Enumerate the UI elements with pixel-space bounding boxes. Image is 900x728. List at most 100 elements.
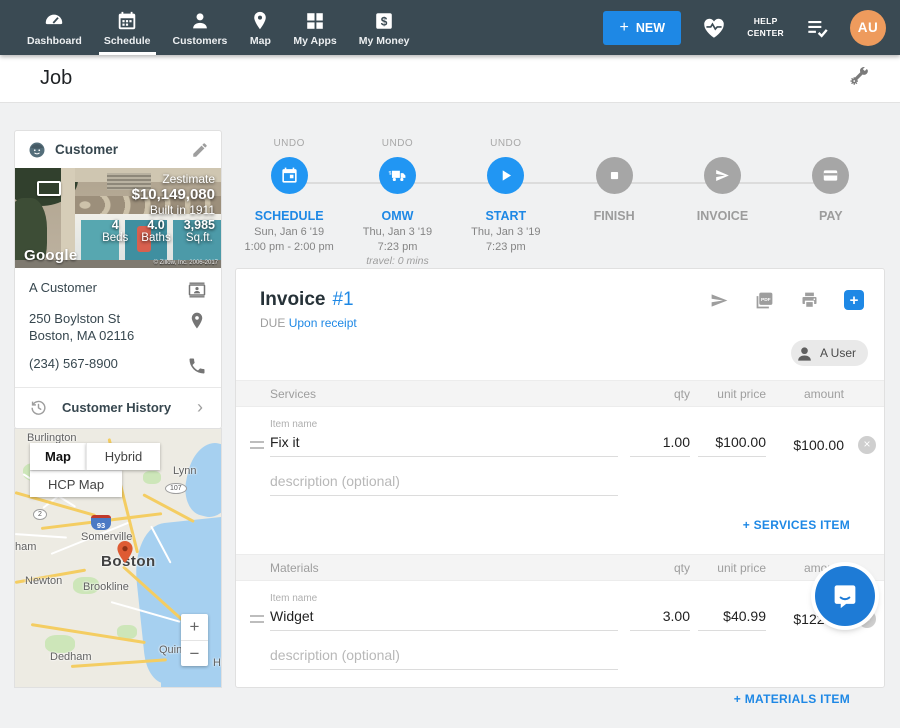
print-icon[interactable] (799, 290, 820, 311)
map-label-newton: Newton (25, 575, 62, 587)
send-icon (713, 166, 732, 185)
send-invoice-icon[interactable] (709, 290, 730, 311)
map-pin-icon (249, 10, 271, 32)
zoom-in-button[interactable]: + (181, 614, 208, 640)
plus-icon: + (619, 19, 628, 37)
address-line1: 250 Boylston St (29, 311, 187, 328)
step-label: FINISH (594, 209, 635, 223)
item-name-label: Item name (270, 419, 884, 430)
map-zoom-control: + − (181, 614, 208, 666)
service-unit-price-input[interactable] (698, 432, 766, 457)
material-unit-price-input[interactable] (698, 606, 766, 631)
zoom-out-button[interactable]: − (181, 640, 208, 666)
property-photo[interactable]: Zestimate $10,149,080 Built in 1911 4Bed… (15, 168, 221, 268)
invoice-card: Invoice #1 PDF + DUE Upon receipt A User… (235, 268, 885, 688)
nav-item-my-money[interactable]: $ My Money (348, 0, 421, 55)
undo-link[interactable]: UNDO (382, 138, 413, 150)
undo-link[interactable]: UNDO (490, 138, 521, 150)
add-invoice-icon[interactable]: + (844, 290, 864, 310)
nav-item-customers[interactable]: Customers (162, 0, 239, 55)
help-center-button[interactable]: HELP CENTER (747, 16, 784, 38)
chat-icon (830, 581, 860, 611)
customer-card-header: Customer (15, 131, 221, 168)
map-type-hybrid-button[interactable]: Hybrid (86, 443, 160, 470)
remove-item-button[interactable]: × (858, 436, 876, 454)
service-description-input[interactable] (270, 471, 618, 496)
map-type-map-button[interactable]: Map (30, 443, 86, 470)
money-icon: $ (373, 10, 395, 32)
person-icon (795, 344, 814, 363)
customer-card: Customer Zestimate $10,149,080 Built in … (14, 130, 222, 429)
nav-item-my-apps[interactable]: My Apps (282, 0, 347, 55)
job-tools-button[interactable] (848, 65, 870, 92)
schedule-step-button[interactable] (271, 157, 308, 194)
help-line1: HELP (747, 16, 784, 27)
baths-value: 4.0 (141, 218, 170, 232)
svg-text:$: $ (381, 14, 388, 28)
map-label-brookline: Brookline (83, 581, 129, 593)
heart-pulse-icon[interactable] (701, 15, 727, 41)
service-qty-input[interactable] (630, 432, 690, 457)
zestimate-label: Zestimate (102, 172, 215, 186)
apps-grid-icon (304, 10, 326, 32)
customer-phone: (234) 567-8900 (29, 356, 187, 373)
customer-address-row: 250 Boylston StBoston, MA 02116 (29, 311, 207, 345)
omw-step-button[interactable] (379, 157, 416, 194)
customer-details: A Customer 250 Boylston StBoston, MA 021… (15, 268, 221, 428)
material-description-input[interactable] (270, 645, 618, 670)
nav-item-map[interactable]: Map (238, 0, 282, 55)
assigned-user-chip[interactable]: A User (791, 340, 868, 366)
step-label: PAY (819, 209, 843, 223)
nav-item-dashboard[interactable]: Dashboard (16, 0, 93, 55)
wrench-gear-icon (848, 65, 870, 87)
new-button-label: NEW (636, 21, 665, 35)
undo-link[interactable]: UNDO (273, 138, 304, 150)
street-view-icon[interactable] (37, 181, 61, 196)
service-amount: $100.00 (766, 437, 858, 453)
edit-pencil-icon[interactable] (191, 141, 209, 159)
service-item-name-input[interactable] (270, 432, 618, 457)
location-pin-icon[interactable] (187, 311, 207, 331)
finish-step-button[interactable] (596, 157, 633, 194)
nav-item-schedule[interactable]: Schedule (93, 0, 162, 55)
phone-icon[interactable] (187, 356, 207, 376)
nav-label: Schedule (104, 35, 151, 47)
pdf-icon[interactable]: PDF (754, 290, 775, 311)
play-icon (496, 166, 515, 185)
chat-launcher-button[interactable] (815, 566, 875, 626)
pay-step-button[interactable] (812, 157, 849, 194)
due-value-link[interactable]: Upon receipt (289, 316, 357, 330)
invoice-title: Invoice (260, 289, 325, 311)
credit-card-icon (821, 166, 840, 185)
material-item-name-input[interactable] (270, 606, 618, 631)
timeline-step-omw: UNDO OMW Thu, Jan 3 '19 7:23 pm travel: … (343, 138, 451, 267)
schedule-icon (116, 10, 138, 32)
invoice-step-button[interactable] (704, 157, 741, 194)
add-services-item-link[interactable]: + SERVICES ITEM (743, 518, 850, 532)
start-step-button[interactable] (487, 157, 524, 194)
property-stats: 4Beds 4.0Baths 3,985Sq.ft. (102, 218, 215, 244)
nav-right-cluster: + NEW HELP CENTER AU (603, 0, 900, 55)
new-button[interactable]: + NEW (603, 11, 681, 45)
customer-history-row[interactable]: Customer History › (29, 388, 207, 428)
drag-handle-icon[interactable] (250, 615, 264, 623)
stop-icon (605, 166, 624, 185)
contact-card-icon[interactable] (187, 280, 207, 300)
unit-price-column-header: unit price (698, 387, 766, 401)
map-water-north (179, 438, 222, 522)
map-widget[interactable]: Burlington Lynn 107 2 93 Somerville ham … (14, 428, 222, 688)
task-list-icon[interactable] (804, 15, 830, 41)
item-name-label: Item name (270, 593, 884, 604)
map-marker-icon[interactable] (117, 541, 133, 563)
hcp-map-button[interactable]: HCP Map (30, 470, 122, 497)
map-road (15, 533, 67, 539)
timeline-step-finish: FINISH (560, 138, 668, 267)
add-materials-item-link[interactable]: + MATERIALS ITEM (734, 692, 850, 706)
material-qty-input[interactable] (630, 606, 690, 631)
step-label: SCHEDULE (255, 209, 324, 223)
drag-handle-icon[interactable] (250, 441, 264, 449)
map-label-waltham: ham (15, 541, 36, 553)
qty-column-header: qty (630, 387, 690, 401)
user-avatar[interactable]: AU (850, 10, 886, 46)
route-2-shield: 2 (33, 509, 47, 520)
